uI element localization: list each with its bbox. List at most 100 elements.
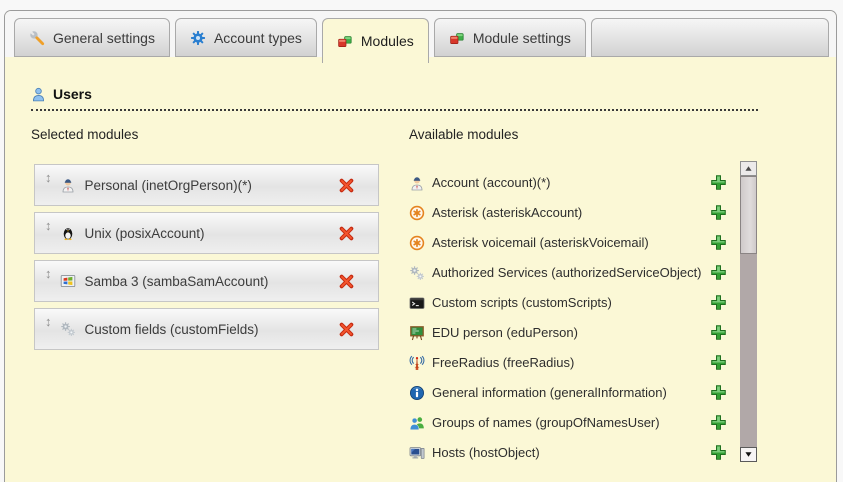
scrollbar-thumb[interactable]: [740, 176, 757, 254]
plus-icon: [710, 234, 727, 251]
add-module-button[interactable]: [710, 264, 734, 281]
add-module-button[interactable]: [710, 414, 734, 431]
module-label: Hosts (hostObject): [432, 445, 540, 460]
windows-icon: [60, 273, 76, 289]
selected-module-row[interactable]: ↕ Custom fields (customFields): [34, 308, 379, 350]
plus-icon: [710, 444, 727, 461]
plus-icon: [710, 324, 727, 341]
drag-handle-icon[interactable]: ↕: [45, 315, 52, 328]
tab-module-settings[interactable]: Module settings: [434, 18, 586, 57]
tab-bar: General settings Account types Modules Modu…: [5, 11, 836, 57]
tab-label: General settings: [53, 30, 155, 46]
available-module-row: Asterisk (asteriskAccount): [409, 203, 734, 222]
plus-icon: [710, 204, 727, 221]
add-module-button[interactable]: [710, 384, 734, 401]
remove-module-button[interactable]: [338, 273, 364, 290]
tab-account-types[interactable]: Account types: [175, 18, 317, 57]
available-modules-list: Account (account)(*) Asterisk (asteriskAc…: [409, 173, 734, 462]
available-module-row: Account (account)(*): [409, 173, 734, 192]
module-label: Custom fields (customFields): [85, 322, 259, 337]
module-label: Authorized Services (authorizedServiceOb…: [432, 265, 702, 280]
drag-handle-icon[interactable]: ↕: [45, 267, 52, 280]
scroll-down-button[interactable]: [740, 447, 757, 462]
drag-handle-icon[interactable]: ↕: [45, 219, 52, 232]
gears-icon: [409, 265, 425, 281]
remove-module-button[interactable]: [338, 225, 364, 242]
module-label: Samba 3 (sambaSamAccount): [85, 274, 269, 289]
selected-modules-column: Selected modules ↕ Personal (inetOrgPerso…: [31, 127, 409, 473]
module-label: Asterisk (asteriskAccount): [432, 205, 582, 220]
chalkboard-icon: [409, 325, 425, 341]
users-section-header: Users: [31, 86, 758, 111]
delete-icon: [338, 321, 355, 338]
available-modules-scrollbar[interactable]: [740, 161, 757, 462]
scrollbar-track[interactable]: [740, 254, 757, 447]
module-label: General information (generalInformation): [432, 385, 667, 400]
asterisk-icon: [409, 235, 425, 251]
antenna-icon: [409, 355, 425, 371]
plus-icon: [710, 414, 727, 431]
personal-icon: [409, 175, 425, 191]
remove-module-button[interactable]: [338, 177, 364, 194]
gears-icon: [60, 321, 76, 337]
selected-module-row[interactable]: ↕Unix (posixAccount): [34, 212, 379, 254]
add-module-button[interactable]: [710, 324, 734, 341]
wrench-icon: [29, 30, 45, 46]
add-module-button[interactable]: [710, 294, 734, 311]
available-module-row: FreeRadius (freeRadius): [409, 353, 734, 372]
config-window: General settings Account types Modules Modu…: [4, 10, 837, 482]
tab-modules[interactable]: Modules: [322, 18, 429, 63]
delete-icon: [338, 273, 355, 290]
section-title: Users: [53, 86, 92, 102]
plus-icon: [710, 264, 727, 281]
module-label: Asterisk voicemail (asteriskVoicemail): [432, 235, 649, 250]
asterisk-icon: [409, 205, 425, 221]
group-icon: [409, 415, 425, 431]
add-module-button[interactable]: [710, 444, 734, 461]
available-modules-title: Available modules: [409, 127, 836, 142]
available-modules-column: Available modules Account (account)(*) As…: [409, 127, 836, 473]
plus-icon: [710, 384, 727, 401]
available-module-row: Groups of names (groupOfNamesUser): [409, 413, 734, 432]
tab-bar-filler: [591, 18, 829, 57]
selected-modules-list: ↕ Personal (inetOrgPerson)(*) ↕Unix (posix…: [34, 164, 409, 350]
delete-icon: [338, 225, 355, 242]
tab-label: Modules: [361, 33, 414, 49]
tab-general-settings[interactable]: General settings: [14, 18, 170, 57]
modules-icon: [449, 30, 465, 46]
tab-label: Account types: [214, 30, 302, 46]
available-module-row: Asterisk voicemail (asteriskVoicemail): [409, 233, 734, 252]
tux-icon: [60, 225, 76, 241]
scroll-up-button[interactable]: [740, 161, 757, 176]
modules-tab-content: Users Selected modules ↕ Personal (inetOr…: [5, 57, 836, 473]
available-module-row: EDU person (eduPerson): [409, 323, 734, 342]
selected-module-row[interactable]: ↕ Personal (inetOrgPerson)(*): [34, 164, 379, 206]
drag-handle-icon[interactable]: ↕: [45, 171, 52, 184]
plus-icon: [710, 174, 727, 191]
user-icon: [31, 87, 46, 102]
selected-module-row[interactable]: ↕ Samba 3 (sambaSamAccount): [34, 260, 379, 302]
computer-icon: [409, 445, 425, 461]
selected-modules-title: Selected modules: [31, 127, 409, 142]
module-label: Personal (inetOrgPerson)(*): [85, 178, 252, 193]
module-label: FreeRadius (freeRadius): [432, 355, 574, 370]
plus-icon: [710, 294, 727, 311]
add-module-button[interactable]: [710, 234, 734, 251]
plus-icon: [710, 354, 727, 371]
module-label: Account (account)(*): [432, 175, 551, 190]
add-module-button[interactable]: [710, 204, 734, 221]
add-module-button[interactable]: [710, 354, 734, 371]
available-module-row: Custom scripts (customScripts): [409, 293, 734, 312]
add-module-button[interactable]: [710, 174, 734, 191]
tab-label: Module settings: [473, 30, 571, 46]
available-module-row: Hosts (hostObject): [409, 443, 734, 462]
module-label: Custom scripts (customScripts): [432, 295, 612, 310]
module-columns: Selected modules ↕ Personal (inetOrgPerso…: [31, 127, 836, 473]
terminal-icon: [409, 295, 425, 311]
info-icon: [409, 385, 425, 401]
personal-icon: [60, 177, 76, 193]
remove-module-button[interactable]: [338, 321, 364, 338]
gear-icon: [190, 30, 206, 46]
module-label: Groups of names (groupOfNamesUser): [432, 415, 660, 430]
available-module-row: Authorized Services (authorizedServiceOb…: [409, 263, 734, 282]
